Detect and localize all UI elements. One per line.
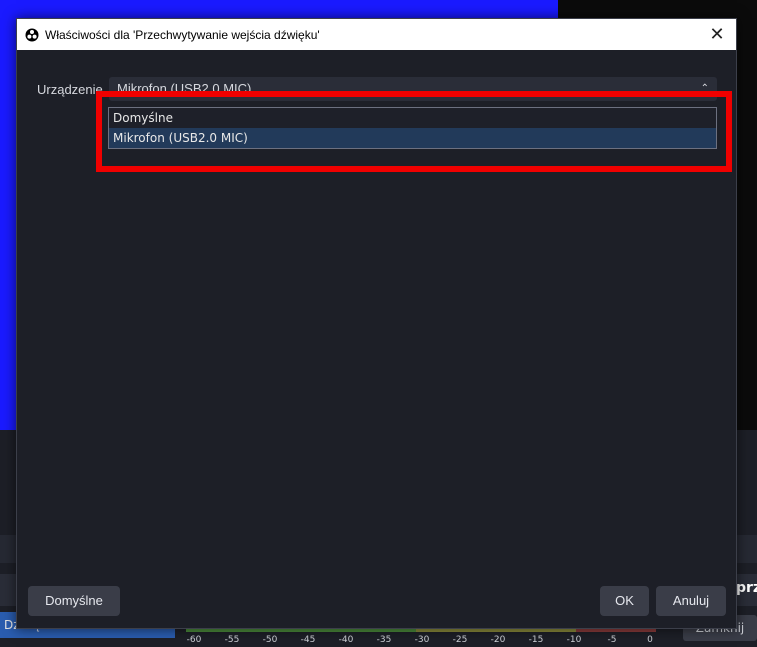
device-select[interactable]: Mikrofon (USB2.0 MIC) ⌃	[109, 77, 717, 101]
meter-tick: -50	[262, 635, 278, 645]
panel-heading-partial: prz	[736, 580, 757, 596]
device-select-value: Mikrofon (USB2.0 MIC)	[117, 81, 252, 96]
meter-tick: -20	[490, 635, 506, 645]
meter-tick: -10	[566, 635, 582, 645]
meter-tick: -55	[224, 635, 240, 645]
dialog-titlebar: Właściwości dla 'Przechwytywanie wejścia…	[17, 19, 736, 50]
close-icon[interactable]: ✕	[708, 25, 726, 43]
defaults-button[interactable]: Domyślne	[28, 586, 120, 616]
meter-tick: -15	[528, 635, 544, 645]
chevron-up-icon: ⌃	[700, 83, 709, 94]
meter-tick: -40	[338, 635, 354, 645]
meter-tick-labels: -60 -55 -50 -45 -40 -35 -30 -25 -20 -15 -10 -5 0	[186, 635, 656, 647]
meter-tick: -35	[376, 635, 392, 645]
meter-tick: 0	[647, 635, 653, 645]
meter-tick: -30	[414, 635, 430, 645]
dropdown-option-default[interactable]: Domyślne	[109, 108, 716, 128]
dropdown-option-microphone[interactable]: Mikrofon (USB2.0 MIC)	[109, 128, 716, 148]
audio-meter: -60 -55 -50 -45 -40 -35 -30 -25 -20 -15 -10 -5 0	[186, 628, 656, 647]
properties-dialog: Właściwości dla 'Przechwytywanie wejścia…	[16, 18, 737, 629]
ok-button[interactable]: OK	[600, 586, 649, 616]
meter-tick: -45	[300, 635, 316, 645]
dialog-title: Właściwości dla 'Przechwytywanie wejścia…	[45, 27, 320, 42]
device-label: Urządzenie	[37, 82, 103, 97]
obs-logo-icon	[25, 28, 39, 41]
meter-tick: -60	[186, 635, 202, 645]
meter-tick: -5	[607, 635, 617, 645]
device-dropdown-list: Domyślne Mikrofon (USB2.0 MIC)	[108, 107, 717, 149]
meter-tick: -25	[452, 635, 468, 645]
cancel-button[interactable]: Anuluj	[656, 586, 726, 616]
